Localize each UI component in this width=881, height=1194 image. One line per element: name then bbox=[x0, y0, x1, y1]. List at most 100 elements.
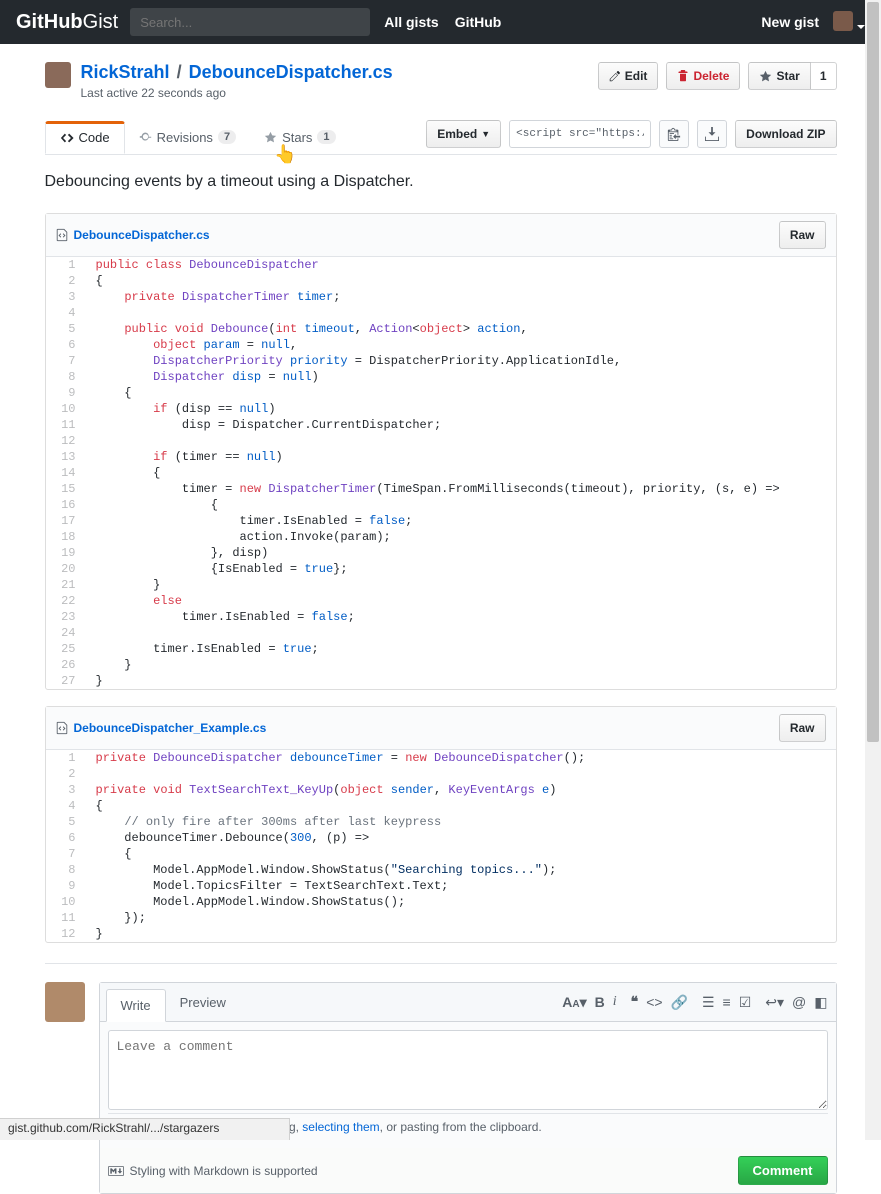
code-line: private void TextSearchText_KeyUp(object… bbox=[86, 782, 836, 798]
download-zip-button[interactable]: Download ZIP bbox=[735, 120, 836, 148]
file-name-link[interactable]: DebounceDispatcher_Example.cs bbox=[74, 721, 267, 735]
stars-count: 1 bbox=[317, 130, 335, 144]
line-number[interactable]: 18 bbox=[46, 529, 86, 545]
scrollbar-track[interactable] bbox=[865, 0, 881, 1140]
edit-button[interactable]: Edit bbox=[598, 62, 659, 90]
line-number[interactable]: 26 bbox=[46, 657, 86, 673]
line-number[interactable]: 9 bbox=[46, 878, 86, 894]
code-icon[interactable]: <> bbox=[646, 994, 662, 1011]
tabs-row: Code Revisions 7 Stars 1 Embed ▼ Downloa… bbox=[45, 120, 837, 155]
new-gist-link[interactable]: New gist bbox=[761, 14, 819, 30]
raw-button[interactable]: Raw bbox=[779, 714, 826, 742]
line-number[interactable]: 7 bbox=[46, 846, 86, 862]
bookmark-icon[interactable]: ◧ bbox=[814, 994, 827, 1011]
tab-revisions[interactable]: Revisions 7 bbox=[125, 122, 250, 153]
tasklist-icon[interactable]: ☑ bbox=[739, 994, 752, 1011]
code-line: if (timer == null) bbox=[86, 449, 836, 465]
line-number[interactable]: 4 bbox=[46, 798, 86, 814]
ul-icon[interactable]: ☰ bbox=[702, 994, 715, 1011]
download-icon-button[interactable] bbox=[697, 120, 727, 148]
line-number[interactable]: 16 bbox=[46, 497, 86, 513]
line-number[interactable]: 27 bbox=[46, 673, 86, 689]
embed-url-input[interactable] bbox=[509, 120, 651, 148]
last-active: Last active 22 seconds ago bbox=[81, 86, 393, 100]
tab-code[interactable]: Code bbox=[45, 121, 125, 154]
selecting-them-link[interactable]: selecting them bbox=[302, 1120, 379, 1134]
user-menu[interactable] bbox=[833, 11, 865, 34]
commenter-avatar[interactable] bbox=[45, 982, 85, 1022]
comment-textarea[interactable] bbox=[108, 1030, 828, 1110]
ol-icon[interactable]: ≡ bbox=[723, 994, 731, 1011]
line-number[interactable]: 1 bbox=[46, 257, 86, 273]
line-number[interactable]: 8 bbox=[46, 369, 86, 385]
line-number[interactable]: 23 bbox=[46, 609, 86, 625]
embed-dropdown[interactable]: Embed ▼ bbox=[426, 120, 501, 148]
quote-icon[interactable]: ❝ bbox=[631, 994, 639, 1011]
download-icon bbox=[705, 127, 719, 141]
link-icon[interactable]: 🔗 bbox=[671, 994, 688, 1011]
line-number[interactable]: 15 bbox=[46, 481, 86, 497]
preview-tab[interactable]: Preview bbox=[166, 987, 240, 1018]
search-input[interactable] bbox=[130, 8, 370, 36]
nav-all-gists[interactable]: All gists bbox=[384, 14, 438, 30]
reply-icon[interactable]: ↩▾ bbox=[765, 994, 784, 1011]
gist-name-link[interactable]: DebounceDispatcher.cs bbox=[189, 62, 393, 82]
line-number[interactable]: 4 bbox=[46, 305, 86, 321]
line-number[interactable]: 6 bbox=[46, 830, 86, 846]
comment-button[interactable]: Comment bbox=[738, 1156, 828, 1185]
line-number[interactable]: 14 bbox=[46, 465, 86, 481]
delete-button[interactable]: Delete bbox=[666, 62, 740, 90]
line-number[interactable]: 5 bbox=[46, 321, 86, 337]
nav-github[interactable]: GitHub bbox=[455, 14, 502, 30]
code-line: if (disp == null) bbox=[86, 401, 836, 417]
line-number[interactable]: 7 bbox=[46, 353, 86, 369]
italic-icon[interactable]: i bbox=[613, 994, 617, 1011]
revisions-count: 7 bbox=[218, 130, 236, 144]
code-line: Dispatcher disp = null) bbox=[86, 369, 836, 385]
text-size-icon[interactable]: AA▾ bbox=[562, 994, 586, 1011]
line-number[interactable]: 8 bbox=[46, 862, 86, 878]
line-number[interactable]: 3 bbox=[46, 289, 86, 305]
line-number[interactable]: 9 bbox=[46, 385, 86, 401]
line-number[interactable]: 2 bbox=[46, 766, 86, 782]
line-number[interactable]: 10 bbox=[46, 894, 86, 910]
code-line: public void Debounce(int timeout, Action… bbox=[86, 321, 836, 337]
line-number[interactable]: 1 bbox=[46, 750, 86, 766]
star-button[interactable]: Star bbox=[748, 62, 810, 90]
line-number[interactable]: 11 bbox=[46, 417, 86, 433]
line-number[interactable]: 19 bbox=[46, 545, 86, 561]
action-buttons: Edit Delete Star 1 bbox=[598, 62, 837, 90]
line-number[interactable]: 5 bbox=[46, 814, 86, 830]
line-number[interactable]: 3 bbox=[46, 782, 86, 798]
code-line: } bbox=[86, 657, 836, 673]
write-tab[interactable]: Write bbox=[106, 989, 166, 1022]
line-number[interactable]: 17 bbox=[46, 513, 86, 529]
owner-link[interactable]: RickStrahl bbox=[81, 62, 170, 82]
markdown-hint[interactable]: Styling with Markdown is supported bbox=[108, 1164, 318, 1178]
code-line: Model.AppModel.Window.ShowStatus(); bbox=[86, 894, 836, 910]
line-number[interactable]: 22 bbox=[46, 593, 86, 609]
line-number[interactable]: 12 bbox=[46, 926, 86, 942]
line-number[interactable]: 2 bbox=[46, 273, 86, 289]
line-number[interactable]: 24 bbox=[46, 625, 86, 641]
scrollbar-thumb[interactable] bbox=[867, 2, 879, 742]
line-number[interactable]: 20 bbox=[46, 561, 86, 577]
star-count[interactable]: 1 bbox=[811, 62, 837, 90]
copy-button[interactable] bbox=[659, 120, 689, 148]
line-number[interactable]: 6 bbox=[46, 337, 86, 353]
line-number[interactable]: 11 bbox=[46, 910, 86, 926]
owner-avatar[interactable] bbox=[45, 62, 71, 88]
mention-icon[interactable]: @ bbox=[792, 994, 806, 1011]
line-number[interactable]: 12 bbox=[46, 433, 86, 449]
line-number[interactable]: 10 bbox=[46, 401, 86, 417]
bold-icon[interactable]: B bbox=[595, 994, 605, 1011]
tab-stars[interactable]: Stars 1 bbox=[250, 122, 349, 153]
line-number[interactable]: 25 bbox=[46, 641, 86, 657]
logo[interactable]: GitHub Gist bbox=[16, 11, 118, 34]
comment-box: Write Preview AA▾ B i ❝ <> 🔗 ☰ bbox=[99, 982, 837, 1194]
code-line: } bbox=[86, 577, 836, 593]
line-number[interactable]: 13 bbox=[46, 449, 86, 465]
raw-button[interactable]: Raw bbox=[779, 221, 826, 249]
line-number[interactable]: 21 bbox=[46, 577, 86, 593]
file-name-link[interactable]: DebounceDispatcher.cs bbox=[74, 228, 210, 242]
